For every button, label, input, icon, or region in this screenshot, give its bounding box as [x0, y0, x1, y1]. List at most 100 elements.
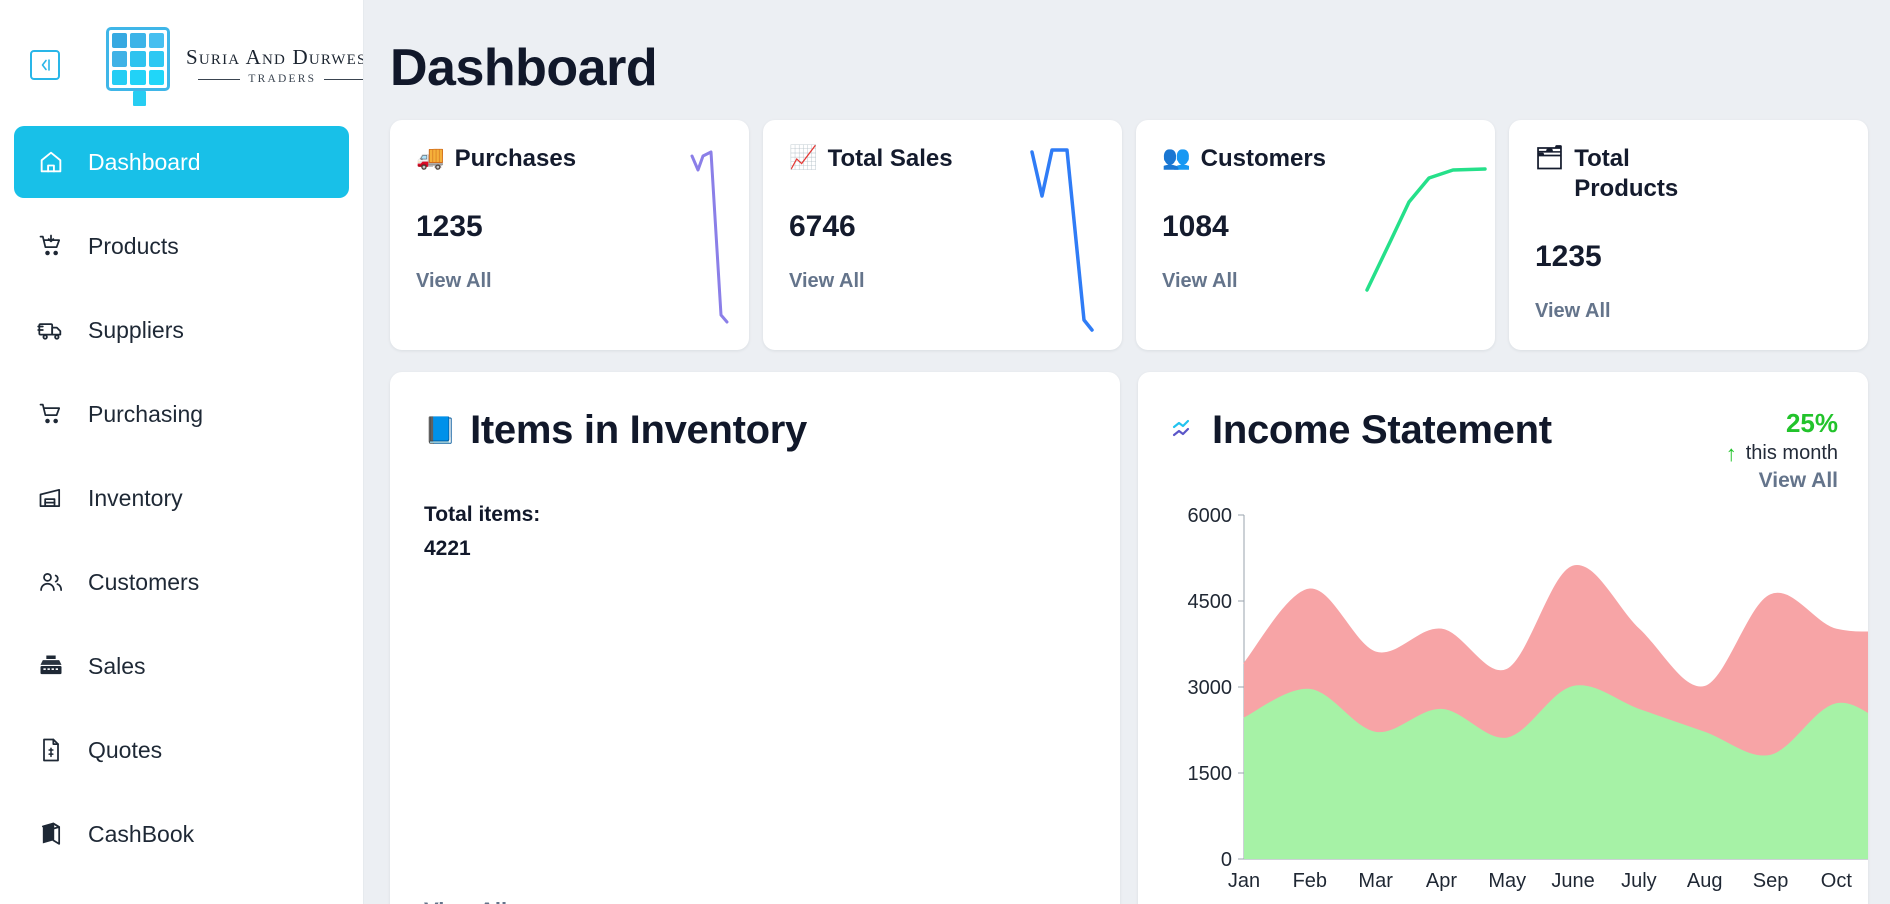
sidebar-item-inventory[interactable]: Inventory: [14, 462, 349, 534]
view-all-link[interactable]: View All: [789, 270, 1096, 293]
sidebar-item-label: Dashboard: [88, 148, 201, 175]
panel-title: Income Statement: [1172, 408, 1552, 453]
sidebar-item-suppliers[interactable]: Suppliers: [14, 294, 349, 366]
sidebar-item-label: Purchasing: [88, 400, 204, 427]
sidebar-nav: Dashboard Products Suppliers Purchasing …: [0, 126, 363, 870]
svg-text:Feb: Feb: [1293, 870, 1327, 892]
svg-text:Sep: Sep: [1753, 870, 1789, 892]
svg-text:0: 0: [1221, 849, 1232, 871]
warehouse-icon: [36, 483, 66, 513]
card-index-icon: 🗂: [1535, 144, 1565, 170]
svg-text:Aug: Aug: [1687, 870, 1723, 892]
book-icon: [36, 819, 66, 849]
stat-card-customers[interactable]: 👥 Customers 1084 View All: [1136, 120, 1495, 350]
sidebar-item-label: Products: [88, 232, 179, 259]
svg-text:June: June: [1551, 870, 1594, 892]
sidebar-item-quotes[interactable]: Quotes: [14, 714, 349, 786]
view-all-link[interactable]: View All: [416, 270, 723, 293]
brand-logo: Suria and Durwesh TRADERS: [106, 27, 364, 106]
wavy-chart-icon: [1172, 415, 1198, 446]
stat-card-value: 1084: [1162, 210, 1229, 243]
sidebar-item-purchasing[interactable]: Purchasing: [14, 378, 349, 450]
stat-cards-row: 🚚 Purchases 1235 View All 📈 Total Sales …: [364, 98, 1890, 350]
sidebar: Suria and Durwesh TRADERS Dashboard: [0, 0, 364, 904]
register-icon: [36, 651, 66, 681]
total-items-label: Total items:: [424, 503, 541, 526]
sidebar-item-label: Quotes: [88, 736, 163, 763]
stat-card-value: 1235: [1535, 240, 1602, 273]
brand-name: Suria and Durwesh: [186, 45, 364, 69]
home-icon: [36, 147, 66, 177]
svg-text:May: May: [1488, 870, 1526, 892]
svg-text:3000: 3000: [1188, 677, 1233, 699]
stat-card-title: Purchases: [454, 145, 577, 172]
income-trend-label: this month: [1745, 442, 1838, 464]
stat-card-value: 1235: [416, 210, 483, 243]
sidebar-item-customers[interactable]: Customers: [14, 546, 349, 618]
panel-title-text: Items in Inventory: [470, 408, 807, 452]
income-area-chart: 0 1500 3000 4500 6000 Jan Feb Mar Apr May June July…: [1188, 505, 1868, 892]
doc-money-icon: [36, 735, 66, 765]
brand-text: Suria and Durwesh TRADERS: [186, 45, 364, 85]
panels-row: 📘 Items in Inventory Total items: 4221 V…: [364, 350, 1890, 904]
items-in-inventory-panel: 📘 Items in Inventory Total items: 4221 V…: [390, 372, 1120, 904]
stat-card-header: 🚚 Purchases: [416, 144, 594, 174]
blue-book-icon: 📘: [424, 415, 457, 445]
brand-tagline-row: TRADERS: [198, 73, 363, 85]
stat-card-title: Total Sales: [827, 145, 953, 172]
people-icon: 👥: [1162, 144, 1191, 170]
stat-card-purchases[interactable]: 🚚 Purchases 1235 View All: [390, 120, 749, 350]
view-all-link[interactable]: View All: [1162, 270, 1469, 293]
stat-card-header: 📈 Total Sales: [789, 144, 967, 174]
dashboard-app: Suria and Durwesh TRADERS Dashboard: [0, 0, 1890, 904]
svg-text:Mar: Mar: [1358, 870, 1393, 892]
cart-down-icon: [36, 231, 66, 261]
sidebar-item-label: Inventory: [88, 484, 183, 511]
svg-text:4500: 4500: [1188, 591, 1233, 613]
svg-text:Apr: Apr: [1426, 870, 1457, 892]
sidebar-item-label: CashBook: [88, 820, 195, 847]
delivery-truck-icon: 🚚: [416, 144, 445, 170]
sidebar-item-label: Suppliers: [88, 316, 184, 343]
svg-text:Oct: Oct: [1821, 870, 1853, 892]
truck-icon: [36, 315, 66, 345]
sidebar-item-cashbook[interactable]: CashBook: [14, 798, 349, 870]
panel-title-text: Income Statement: [1212, 408, 1552, 452]
logo-mark-icon: [106, 27, 174, 106]
stat-card-title: Customers: [1200, 145, 1327, 172]
view-all-link[interactable]: View All: [1726, 469, 1838, 493]
income-statement-panel: Income Statement 25% ↑ this month View A…: [1138, 372, 1868, 904]
stat-card-title: Total Products: [1574, 145, 1679, 202]
income-percent: 25%: [1785, 408, 1838, 438]
svg-text:July: July: [1621, 870, 1657, 892]
sidebar-item-products[interactable]: Products: [14, 210, 349, 282]
chart-increasing-icon: 📈: [789, 144, 818, 170]
sidebar-item-dashboard[interactable]: Dashboard: [14, 126, 349, 198]
sidebar-item-label: Customers: [88, 568, 200, 595]
svg-text:1500: 1500: [1188, 763, 1233, 785]
stat-card-header: 👥 Customers: [1162, 144, 1340, 174]
cart-icon: [36, 399, 66, 429]
income-trend: ↑ this month: [1726, 442, 1838, 465]
panel-collapse-icon: [41, 59, 50, 71]
stat-card-value: 6746: [789, 210, 856, 243]
arrow-up-icon: ↑: [1725, 440, 1737, 466]
stat-card-total-products[interactable]: 🗂 Total Products 1235 View All: [1509, 120, 1868, 350]
page-title: Dashboard: [390, 39, 658, 97]
users-icon: [36, 567, 66, 597]
stat-card-total-sales[interactable]: 📈 Total Sales 6746 View All: [763, 120, 1122, 350]
main-content: Dashboard 🚚 Purchases 1235 View All 📈 To…: [364, 0, 1890, 904]
brand-tagline: TRADERS: [248, 73, 317, 85]
svg-text:6000: 6000: [1188, 505, 1233, 527]
view-all-link[interactable]: View All: [1535, 300, 1842, 323]
panel-title: 📘 Items in Inventory: [424, 408, 1086, 453]
sidebar-item-sales[interactable]: Sales: [14, 630, 349, 702]
income-header: Income Statement 25% ↑ this month View A…: [1172, 408, 1844, 493]
tagline-rule-right: [324, 78, 363, 80]
sidebar-header: Suria and Durwesh TRADERS: [0, 0, 363, 126]
view-all-link[interactable]: View All: [424, 898, 507, 904]
sidebar-collapse-button[interactable]: [30, 50, 60, 80]
income-meta: 25% ↑ this month View All: [1726, 408, 1844, 493]
sidebar-item-label: Sales: [88, 652, 146, 679]
svg-text:Jan: Jan: [1228, 870, 1260, 892]
